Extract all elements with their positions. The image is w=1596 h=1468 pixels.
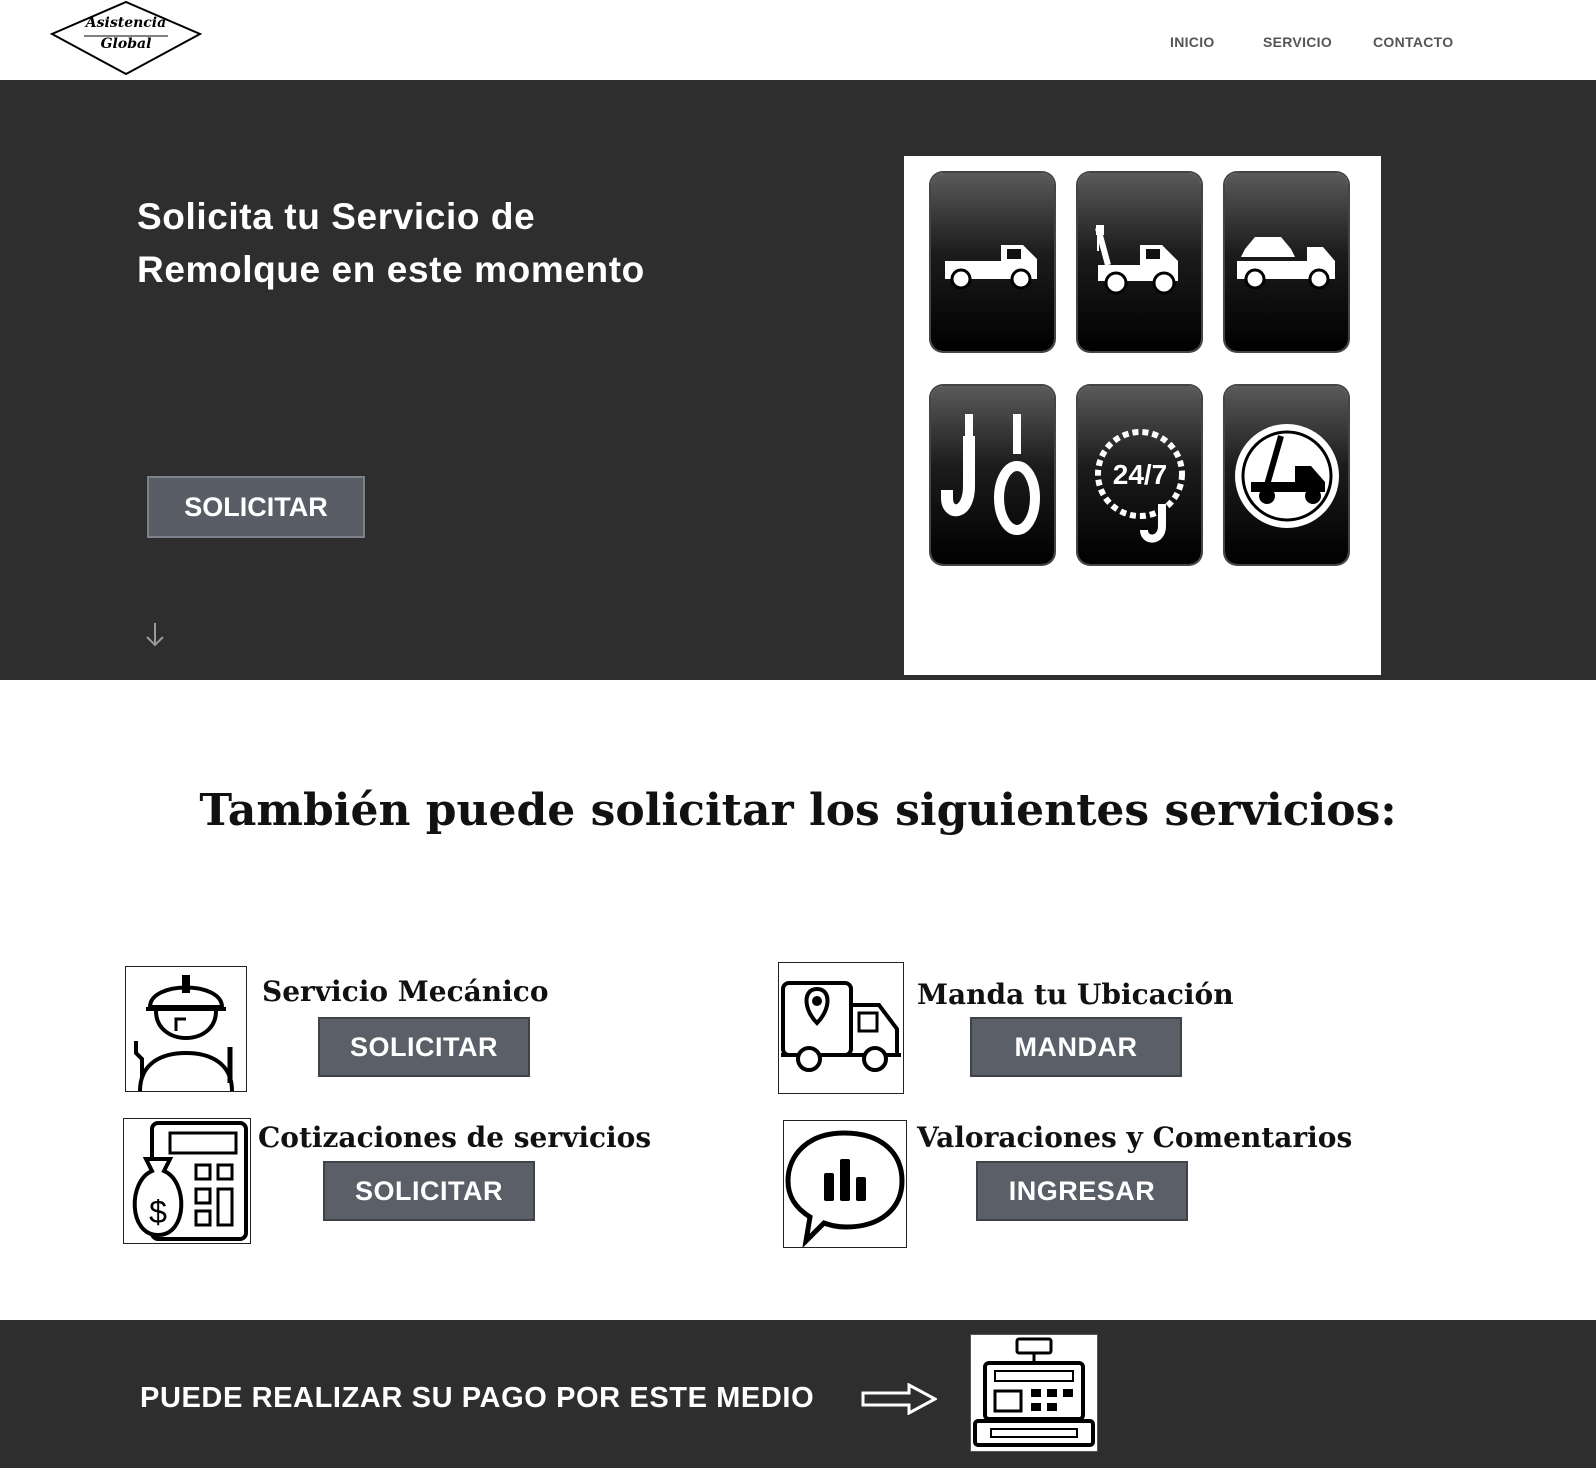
mechanic-icon: [125, 966, 247, 1092]
payment-text: PUEDE REALIZAR SU PAGO POR ESTE MEDIO: [140, 1382, 815, 1414]
badge-24-7: 24/7: [1113, 459, 1168, 490]
hero-title-line1: Solicita tu Servicio de: [137, 196, 536, 237]
calculator-money-icon: $: [123, 1118, 251, 1244]
logo-text-line1: Asistencia: [84, 15, 166, 31]
hero-services-image: 24/7: [904, 156, 1381, 675]
tow-truck-circle-icon: [1225, 386, 1348, 564]
service-cotizaciones-solicitar-button[interactable]: SOLICITAR: [323, 1161, 535, 1221]
nav-link-servicio[interactable]: SERVICIO: [1263, 34, 1332, 50]
location-truck-icon: [778, 962, 904, 1094]
tow-crane-truck-icon: [1078, 173, 1201, 351]
top-navbar: Asistencia Global INICIO SERVICIO CONTAC…: [0, 0, 1596, 80]
cash-register-icon[interactable]: [970, 1334, 1098, 1452]
service-mecanico-solicitar-button[interactable]: SOLICITAR: [318, 1017, 530, 1077]
hero-solicitar-button[interactable]: SOLICITAR: [147, 476, 365, 538]
services-title: También puede solicitar los siguientes s…: [199, 785, 1397, 836]
hero-section: Solicita tu Servicio de Remolque en este…: [0, 80, 1596, 680]
logo-text-line2: Global: [101, 36, 152, 52]
car-carrier-icon: [1225, 173, 1348, 351]
right-arrow-icon: [861, 1382, 939, 1416]
service-ubicacion-mandar-button[interactable]: MANDAR: [970, 1017, 1182, 1077]
nav-link-inicio[interactable]: INICIO: [1170, 34, 1215, 50]
service-valoraciones-ingresar-button[interactable]: INGRESAR: [976, 1161, 1188, 1221]
service-valoraciones-label: Valoraciones y Comentarios: [917, 1121, 1353, 1154]
service-cotizaciones-label: Cotizaciones de servicios: [258, 1121, 652, 1154]
logo-diamond-icon: Asistencia Global: [49, 0, 203, 76]
svg-text:$: $: [149, 1194, 167, 1230]
nav-link-contacto[interactable]: CONTACTO: [1373, 34, 1453, 50]
hero-title: Solicita tu Servicio de Remolque en este…: [137, 190, 757, 296]
flatbed-truck-icon: [931, 173, 1054, 351]
scroll-down-icon[interactable]: [144, 620, 166, 650]
chat-chart-icon: [783, 1120, 907, 1249]
hero-title-line2: Remolque en este momento: [137, 249, 645, 290]
chain-24-7-icon: 24/7: [1078, 386, 1201, 564]
brand-logo[interactable]: Asistencia Global: [48, 0, 204, 76]
service-mecanico-label: Servicio Mecánico: [262, 975, 549, 1008]
service-ubicacion-label: Manda tu Ubicación: [917, 978, 1234, 1011]
tow-hooks-icon: [931, 386, 1054, 564]
